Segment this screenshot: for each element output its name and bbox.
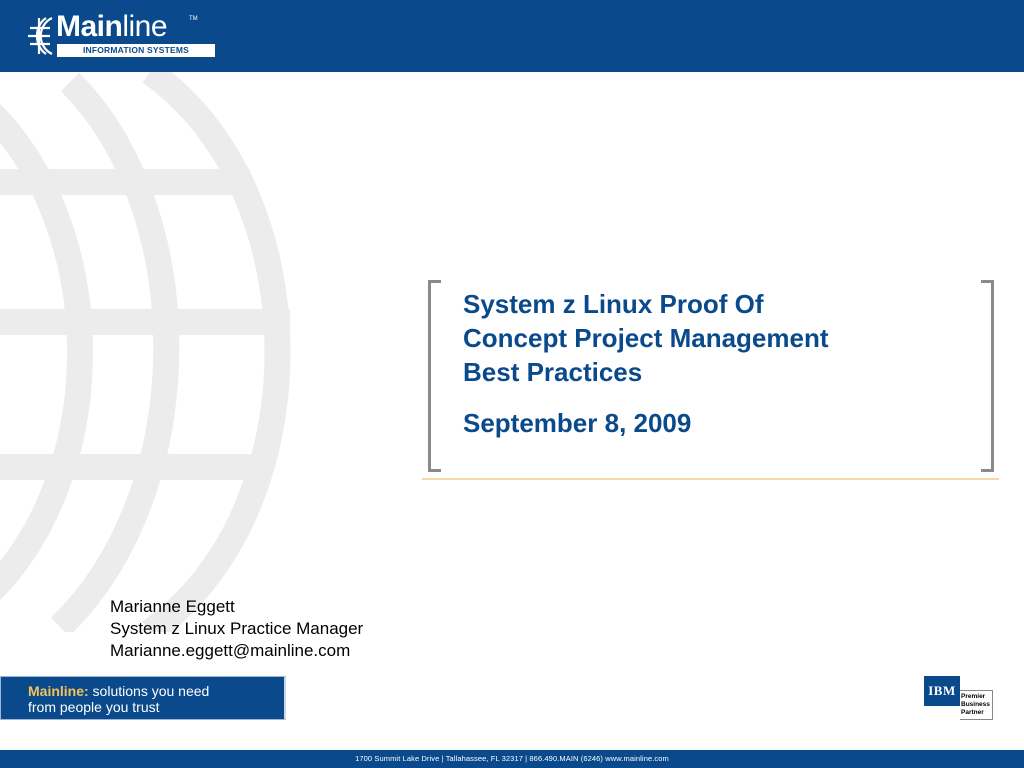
background-globe-watermark [0,72,291,632]
tagline-line2: from people you trust [28,699,160,715]
tagline-line1: solutions you need [88,683,210,699]
globe-icon [28,17,53,55]
footer-address: 1700 Summit Lake Drive | Tallahassee, FL… [355,754,669,763]
ibm-partner-label: Premier Business Partner [960,690,993,720]
tagline-brand: Mainline: [28,683,89,699]
title-divider [422,478,999,480]
footer-bar: 1700 Summit Lake Drive | Tallahassee, FL… [0,750,1024,768]
tagline-text: Mainline: solutions you need from people… [28,683,209,715]
ibm-label-line: Business [961,701,990,708]
slide-date: September 8, 2009 [463,408,692,438]
presenter-role: System z Linux Practice Manager [110,619,364,638]
logo-wordmark: Mainline [56,10,168,43]
presenter-info: Marianne Eggett System z Linux Practice … [110,596,363,662]
ibm-label-line: Premier [961,693,986,700]
presenter-name: Marianne Eggett [110,597,235,616]
title-bracket-left [428,280,441,472]
tagline-box: Mainline: solutions you need from people… [0,676,286,720]
title-bracket-right [981,280,994,472]
ibm-label-line: Partner [961,709,984,716]
mainline-logo: Mainline TM INFORMATION SYSTEMS [26,10,215,62]
ibm-partner-badge: IBM Premier Business Partner [924,676,994,722]
presenter-email: Marianne.eggett@mainline.com [110,641,351,660]
ibm-logo: IBM [924,676,960,706]
trademark-mark: TM [189,16,198,22]
slide-title: System z Linux Proof Of Concept Project … [463,289,829,387]
logo-subtitle: INFORMATION SYSTEMS [57,44,215,57]
header-bar: Mainline TM INFORMATION SYSTEMS [0,0,1024,72]
